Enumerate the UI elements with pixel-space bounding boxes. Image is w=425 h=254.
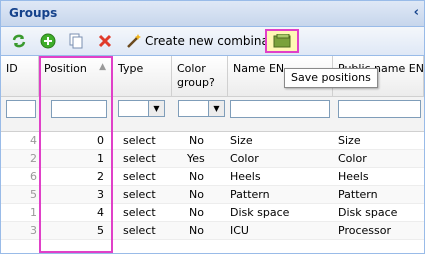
add-icon: [40, 33, 56, 49]
column-header-color-group[interactable]: Color group?: [172, 56, 228, 97]
filter-color-group-select[interactable]: ▼: [178, 100, 225, 117]
sort-ascending-icon: ▲: [99, 62, 106, 72]
table-row[interactable]: 2 1 select Yes Color Color: [1, 150, 424, 168]
magic-wand-icon: [127, 34, 141, 48]
panel-title: Groups: [9, 6, 58, 20]
delete-icon: [98, 34, 112, 48]
filter-type-select[interactable]: ▼: [118, 100, 165, 117]
table-row[interactable]: 4 0 select No Size Size: [1, 132, 424, 150]
copy-icon: [69, 33, 83, 49]
save-positions-tooltip: Save positions: [284, 68, 378, 88]
filter-public-name-input[interactable]: [338, 100, 421, 118]
groups-panel: Groups ‹ Create new combination ID Posit…: [0, 0, 425, 254]
column-header-position[interactable]: Position ▲: [39, 56, 113, 97]
collapse-icon[interactable]: ‹: [414, 5, 419, 20]
column-header-id[interactable]: ID: [1, 56, 39, 97]
refresh-button[interactable]: [11, 32, 27, 50]
table-row[interactable]: 1 4 select No Disk space Disk space: [1, 204, 424, 222]
panel-header: Groups ‹: [1, 1, 424, 27]
filter-id-input[interactable]: [6, 100, 36, 118]
table-row[interactable]: 6 2 select No Heels Heels: [1, 168, 424, 186]
toolbar: Create new combination: [1, 27, 424, 56]
dropdown-arrow-icon: ▼: [148, 101, 164, 116]
dropdown-arrow-icon: ▼: [208, 101, 224, 116]
refresh-icon: [12, 34, 26, 48]
table-row[interactable]: 5 3 select No Pattern Pattern: [1, 186, 424, 204]
save-positions-icon: [273, 34, 291, 48]
duplicate-button[interactable]: [68, 32, 84, 50]
table-row[interactable]: 3 5 select No ICU Processor: [1, 222, 424, 240]
add-button[interactable]: [40, 32, 56, 50]
save-positions-button[interactable]: [265, 29, 299, 53]
filter-name-input[interactable]: [230, 100, 330, 118]
delete-button[interactable]: [98, 32, 112, 50]
filter-position-input[interactable]: [51, 100, 107, 118]
column-header-type[interactable]: Type: [113, 56, 172, 97]
